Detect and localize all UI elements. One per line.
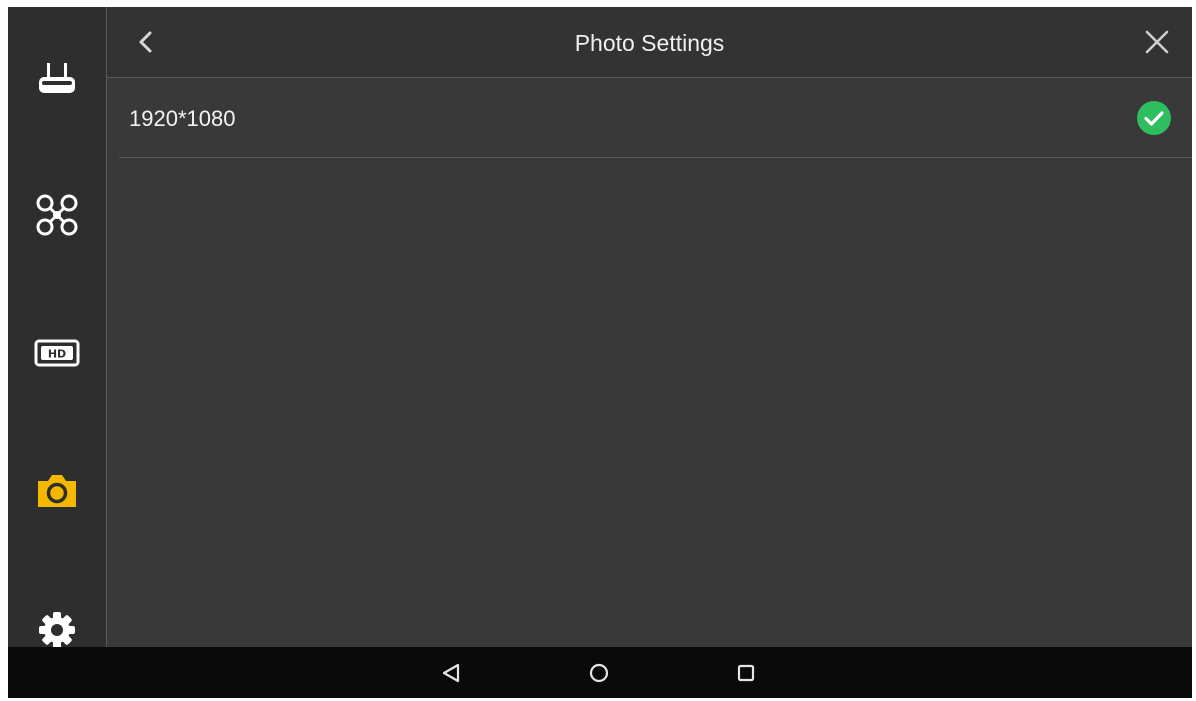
nav-home-button[interactable] [581, 655, 617, 691]
hd-icon: HD [34, 339, 80, 367]
recents-square-icon [737, 664, 755, 682]
option-label: 1920*1080 [129, 106, 236, 131]
app-screen: HD Photo Settings 1920*1080 [8, 7, 1192, 698]
camera-icon [38, 475, 76, 507]
sidebar-item-camera[interactable] [8, 456, 106, 526]
panel-header: Photo Settings [107, 7, 1192, 78]
check-circle-icon [1137, 101, 1171, 135]
drone-icon [36, 194, 78, 236]
page-title: Photo Settings [574, 30, 725, 56]
back-triangle-icon [442, 663, 460, 683]
nav-back-button[interactable] [433, 655, 469, 691]
system-nav-bar [8, 647, 1192, 698]
sidebar-item-aircraft[interactable] [8, 180, 106, 250]
sidebar-item-remote-controller[interactable] [8, 44, 106, 114]
resolution-option-1920x1080[interactable]: 1920*1080 [119, 78, 1192, 158]
nav-recents-button[interactable] [728, 655, 764, 691]
svg-text:HD: HD [48, 348, 66, 361]
sidebar: HD [8, 7, 107, 648]
sidebar-item-hd[interactable]: HD [8, 318, 106, 388]
close-button[interactable] [1140, 25, 1174, 59]
remote-controller-icon [39, 63, 75, 93]
gear-icon [39, 612, 75, 648]
home-circle-icon [589, 663, 609, 683]
settings-panel: Photo Settings 1920*1080 [107, 7, 1192, 647]
close-icon [1145, 30, 1169, 54]
